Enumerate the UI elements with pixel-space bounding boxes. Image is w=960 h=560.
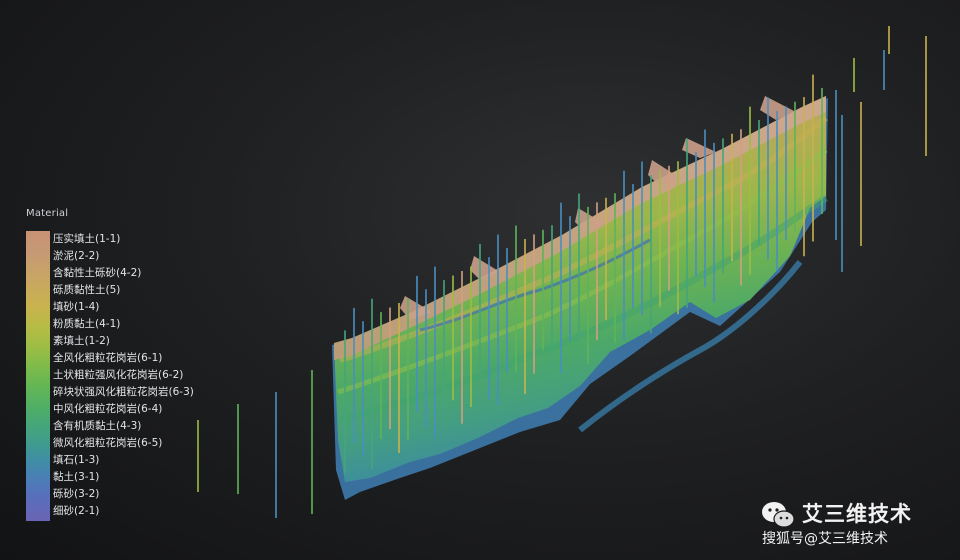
legend-item: 微风化粗粒花岗岩(6-5) (53, 437, 163, 449)
legend-item: 填砂(1-4) (53, 301, 100, 313)
legend-item: 含黏性土砾砂(4-2) (53, 267, 142, 279)
legend-item: 填石(1-3) (53, 454, 100, 466)
legend-item: 含有机质黏土(4-3) (53, 420, 142, 432)
legend-item: 砾砂(3-2) (53, 488, 100, 500)
legend-item: 砾质黏性土(5) (53, 284, 121, 296)
legend-title: Material (26, 208, 69, 219)
legend-item: 淤泥(2-2) (53, 250, 100, 262)
legend-color-bar (26, 231, 50, 521)
borehole-group (197, 26, 927, 518)
legend-item: 黏土(3-1) (53, 471, 100, 483)
legend-item: 全风化粗粒花岗岩(6-1) (53, 352, 163, 364)
legend-item: 土状粗粒强风化花岗岩(6-2) (53, 369, 184, 381)
watermark-account: 搜狐号@艾三维技术 (762, 531, 888, 547)
legend-item: 素填土(1-2) (53, 335, 110, 347)
legend-item: 中风化粗粒花岗岩(6-4) (53, 403, 163, 415)
wechat-icon (762, 502, 795, 528)
legend-item: 细砂(2-1) (53, 505, 100, 517)
watermark-brand: 艾三维技术 (802, 502, 912, 526)
legend-item: 碎块状强风化粗粒花岗岩(6-3) (53, 386, 194, 398)
legend-item: 压实填土(1-1) (53, 233, 121, 245)
watermark: 艾三维技术 搜狐号@艾三维技术 (760, 496, 950, 552)
legend-item: 粉质黏土(4-1) (53, 318, 121, 330)
material-legend: Material 压实填土(1-1) 淤泥(2-2) 含黏性土砾砂(4-2) 砾… (26, 208, 194, 521)
